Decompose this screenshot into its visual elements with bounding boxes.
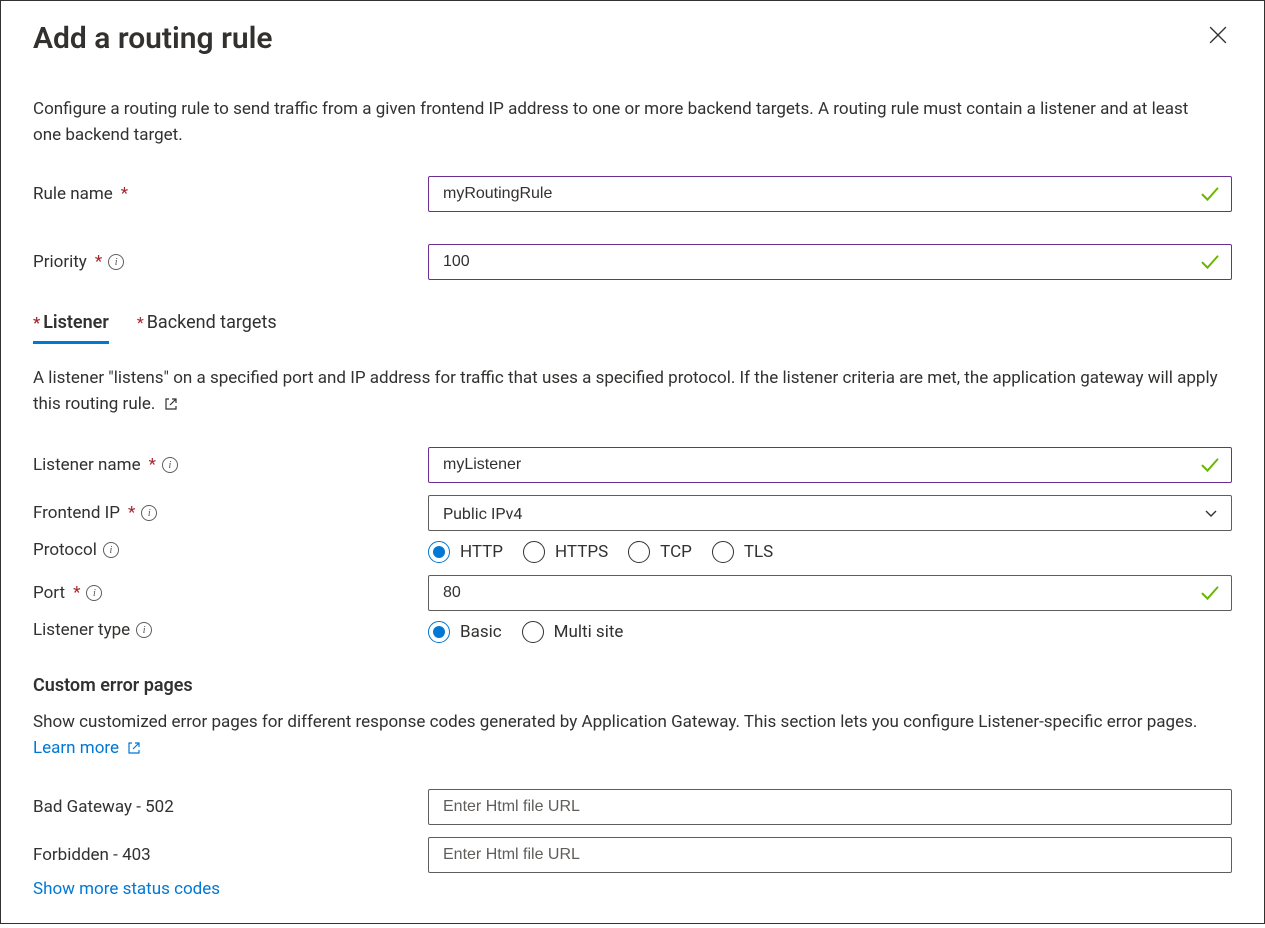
port-input[interactable] [428, 575, 1232, 611]
valid-check-icon [1200, 252, 1220, 272]
external-link-icon[interactable] [164, 397, 178, 411]
listener-type-option-basic[interactable]: Basic [428, 621, 502, 643]
info-icon[interactable]: i [86, 585, 102, 601]
rule-name-input[interactable] [428, 176, 1232, 212]
info-icon[interactable]: i [141, 505, 157, 521]
tab-listener[interactable]: *Listener [33, 312, 109, 344]
required-indicator: * [121, 184, 128, 204]
close-button[interactable] [1204, 21, 1232, 49]
tab-backend-targets-label: Backend targets [147, 312, 277, 333]
listener-type-label: Listener type [33, 620, 130, 640]
listener-type-option-multisite[interactable]: Multi site [522, 621, 624, 643]
frontend-ip-select[interactable]: Public IPv4 [428, 495, 1232, 531]
required-indicator: * [95, 252, 102, 272]
custom-error-pages-description: Show customized error pages for differen… [33, 710, 1232, 761]
info-icon[interactable]: i [162, 457, 178, 473]
protocol-option-tcp[interactable]: TCP [628, 541, 692, 563]
add-routing-rule-panel: Add a routing rule Configure a routing r… [0, 0, 1265, 924]
info-icon[interactable]: i [108, 254, 124, 270]
priority-label: Priority [33, 252, 87, 272]
learn-more-link[interactable]: Learn more [33, 738, 141, 758]
radio-icon [523, 541, 545, 563]
forbidden-label: Forbidden - 403 [33, 845, 151, 865]
valid-check-icon [1200, 583, 1220, 603]
tab-listener-label: Listener [43, 312, 109, 333]
protocol-option-https[interactable]: HTTPS [523, 541, 608, 563]
tabs-row: *Listener *Backend targets [33, 312, 1232, 344]
page-title: Add a routing rule [33, 21, 273, 57]
priority-input[interactable] [428, 244, 1232, 280]
protocol-label: Protocol [33, 540, 97, 560]
required-indicator: * [73, 583, 80, 603]
radio-icon [428, 621, 450, 643]
radio-icon [712, 541, 734, 563]
external-link-icon [127, 741, 141, 755]
listener-name-input[interactable] [428, 447, 1232, 483]
info-icon[interactable]: i [136, 622, 152, 638]
frontend-ip-label: Frontend IP [33, 503, 120, 523]
valid-check-icon [1200, 184, 1220, 204]
chevron-down-icon [1203, 505, 1219, 521]
protocol-radio-group: HTTP HTTPS TCP TLS [428, 537, 1232, 563]
port-label: Port [33, 583, 65, 603]
listener-type-radio-group: Basic Multi site [428, 617, 1232, 643]
info-icon[interactable]: i [103, 542, 119, 558]
protocol-option-http[interactable]: HTTP [428, 541, 503, 563]
listener-name-label: Listener name [33, 455, 141, 475]
required-indicator: * [128, 503, 135, 523]
protocol-option-tls[interactable]: TLS [712, 541, 773, 563]
valid-check-icon [1200, 455, 1220, 475]
forbidden-url-input[interactable] [428, 837, 1232, 873]
bad-gateway-url-input[interactable] [428, 789, 1232, 825]
radio-icon [522, 621, 544, 643]
required-indicator: * [149, 455, 156, 475]
close-icon [1209, 26, 1227, 44]
bad-gateway-label: Bad Gateway - 502 [33, 797, 174, 817]
intro-text: Configure a routing rule to send traffic… [33, 97, 1213, 148]
listener-tab-description: A listener "listens" on a specified port… [33, 366, 1223, 417]
radio-icon [428, 541, 450, 563]
custom-error-pages-heading: Custom error pages [33, 675, 1232, 696]
rule-name-label: Rule name [33, 184, 113, 204]
frontend-ip-value: Public IPv4 [443, 504, 522, 523]
radio-icon [628, 541, 650, 563]
show-more-status-codes-link[interactable]: Show more status codes [33, 879, 1232, 899]
tab-backend-targets[interactable]: *Backend targets [137, 312, 277, 344]
